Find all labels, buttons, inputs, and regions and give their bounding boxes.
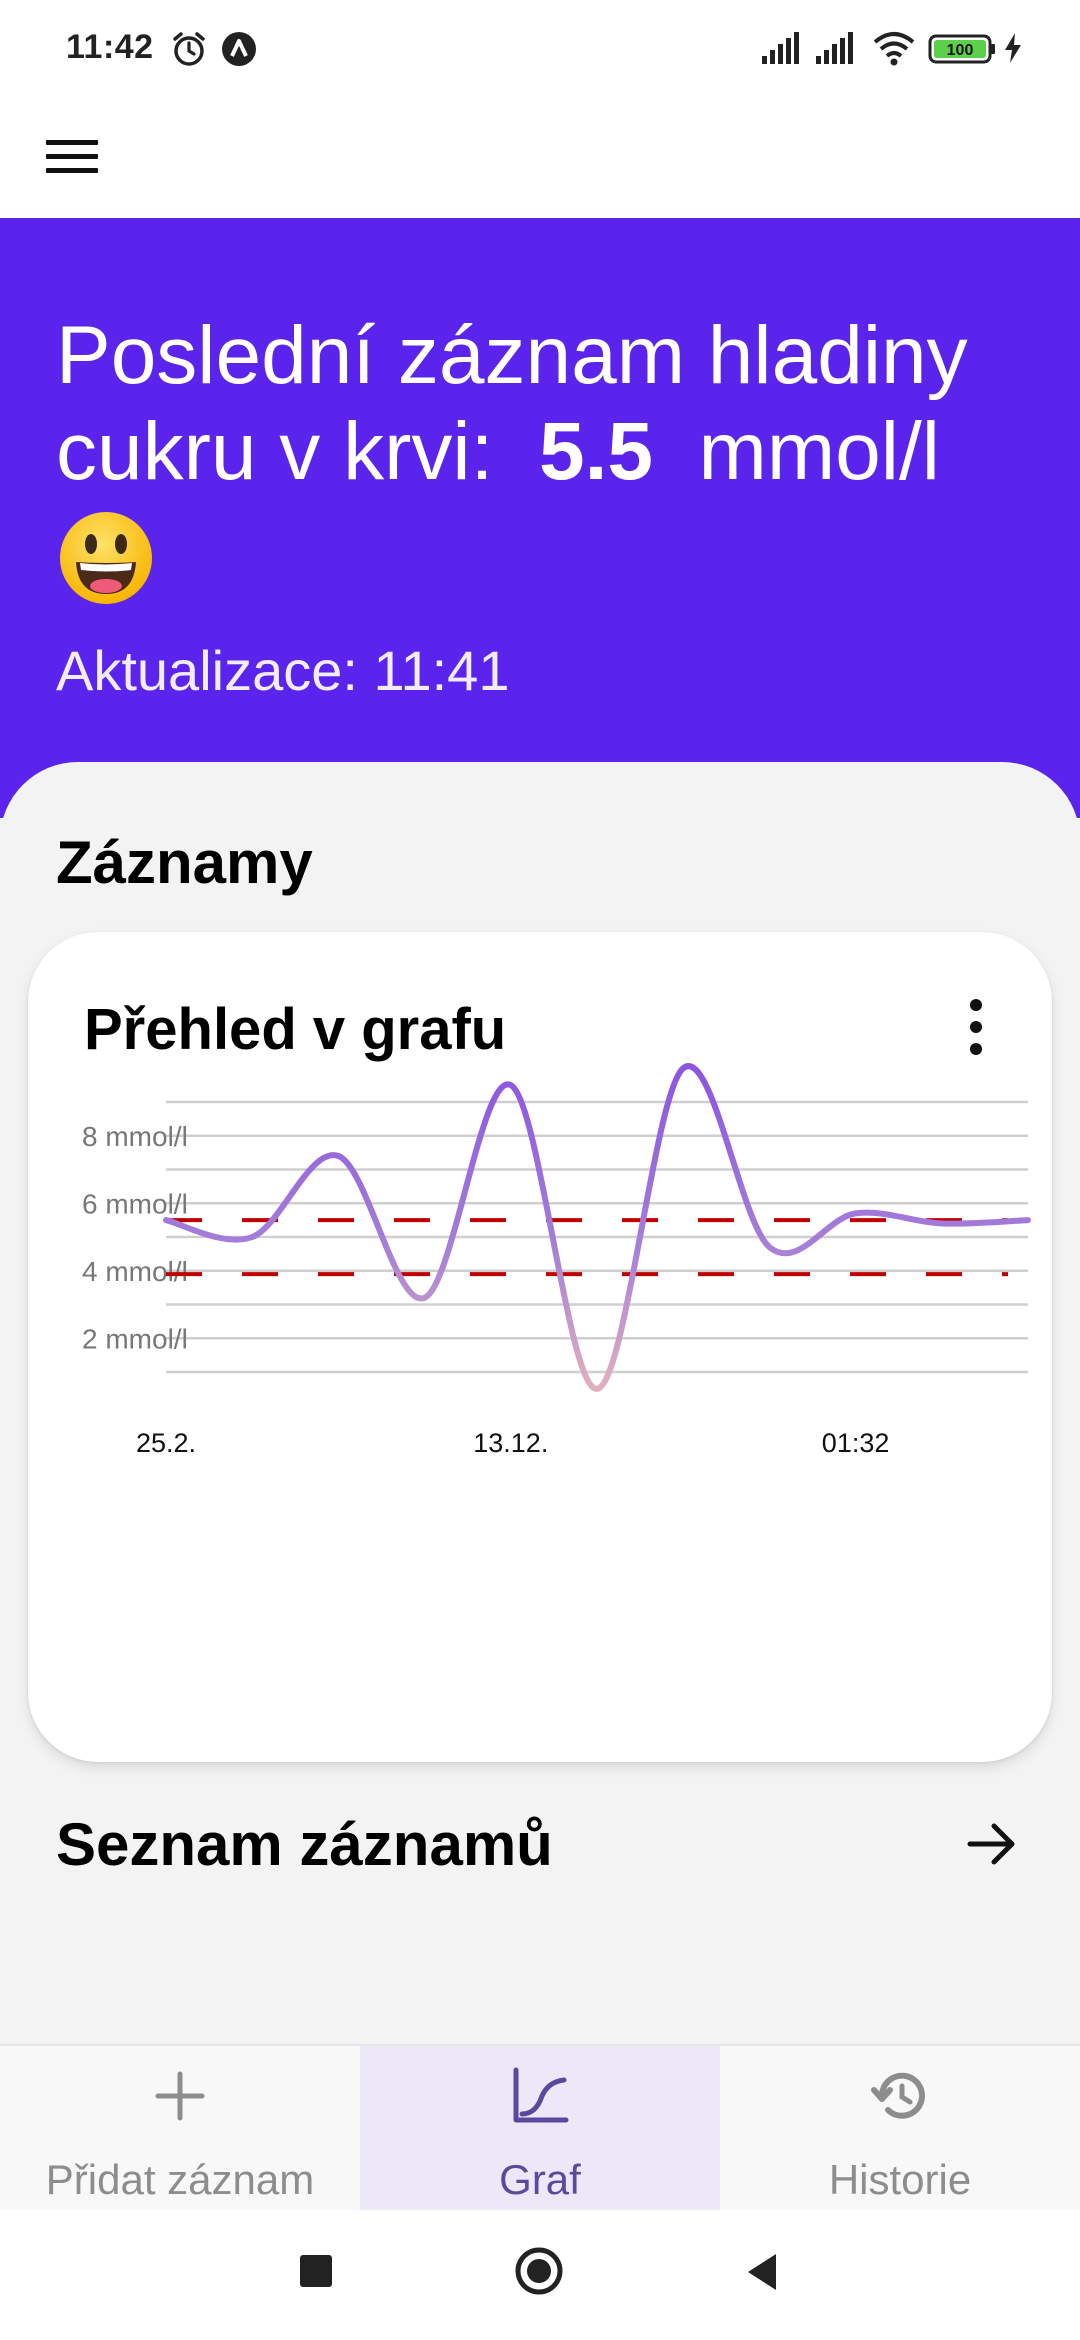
nav-graph-label: Graf [499, 2156, 581, 2203]
x-tick-label: 25.2. [136, 1428, 196, 1458]
section-title: Záznamy [56, 829, 313, 896]
wifi-icon [873, 32, 915, 66]
glucose-chart: 8 mmol/l 6 mmol/l 4 mmol/l 2 mmol/l 25.2. 13.… [82, 1063, 1031, 1458]
last-update-label: Aktualizace: 11:41 [56, 639, 510, 702]
status-time: 11:42 [66, 28, 154, 66]
signal-icon [816, 32, 853, 64]
y-tick-label: 4 mmol/l [82, 1256, 188, 1287]
charging-icon [1005, 33, 1021, 63]
nav-graph[interactable]: Graf [360, 2046, 720, 2212]
y-tick-label: 6 mmol/l [82, 1188, 188, 1219]
nav-history-label: Historie [828, 2156, 972, 2203]
alarm-icon [173, 32, 205, 66]
battery-icon: 100 [928, 33, 998, 70]
back-icon[interactable] [742, 2250, 782, 2294]
arrow-right-icon[interactable] [962, 1814, 1022, 1874]
latest-reading-unit: mmol/l [698, 406, 940, 497]
bottom-navigation: Přidat záznam Graf Historie [0, 2044, 1080, 2212]
menu-icon[interactable] [40, 124, 104, 188]
signal-icon [762, 32, 799, 64]
chart-card[interactable]: Přehled v grafu 8 mmol/l 6 mmol/l 4 mmol/l… [28, 932, 1052, 1762]
notification-icon [222, 32, 256, 66]
x-tick-label: 13.12. [473, 1428, 548, 1458]
y-tick-label: 2 mmol/l [82, 1323, 188, 1354]
x-tick-label: 01:32 [822, 1428, 890, 1458]
records-sheet: Záznamy Přehled v grafu 8 mmol/l 6 mmol/l… [0, 762, 1080, 2050]
battery-level: 100 [947, 42, 974, 59]
records-list-title: Seznam záznamů [56, 1811, 553, 1878]
system-navigation-bar [0, 2210, 1080, 2340]
history-icon [871, 2072, 925, 2119]
glucose-series-line [163, 1063, 1031, 1392]
nav-history[interactable]: Historie [720, 2046, 1080, 2212]
nav-add-record-label: Přidat záznam [45, 2156, 315, 2203]
latest-reading-banner: Poslední záznam hladiny cukru v krvi: 5.… [0, 218, 1080, 818]
latest-reading-value: 5.5 [538, 406, 653, 497]
recent-apps-icon[interactable] [300, 2255, 332, 2287]
plus-icon [155, 2071, 205, 2121]
status-bar: 11:42 100 [0, 0, 1080, 100]
y-tick-label: 8 mmol/l [82, 1121, 188, 1152]
home-icon[interactable] [514, 2246, 564, 2296]
chart-icon [513, 2067, 569, 2123]
app-bar [0, 100, 1080, 218]
grinning-face-icon [60, 512, 152, 604]
records-list-link[interactable]: Seznam záznamů [0, 1780, 1080, 1900]
nav-add-record[interactable]: Přidat záznam [0, 2046, 360, 2212]
latest-reading-text: Poslední záznam hladiny cukru v krvi: 5.… [56, 308, 1036, 500]
